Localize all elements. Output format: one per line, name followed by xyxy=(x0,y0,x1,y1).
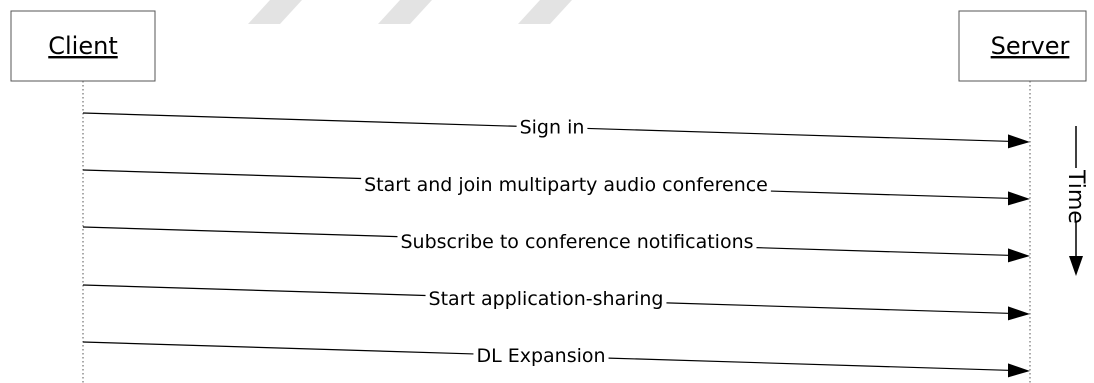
sequence-diagram: Client Server Sign in Start and join mult… xyxy=(10,0,1088,383)
message-line-right xyxy=(756,247,1009,256)
message-line-left xyxy=(82,112,517,127)
message-line-left xyxy=(82,284,426,297)
time-label: Time xyxy=(1063,169,1088,224)
messages-group: Sign in Start and join multiparty audio c… xyxy=(82,112,1030,378)
message-label: DL Expansion xyxy=(476,345,605,367)
message-4: Start application-sharing xyxy=(82,284,1030,321)
client-label: Client xyxy=(48,32,117,60)
message-5: DL Expansion xyxy=(82,341,1030,378)
message-line-right xyxy=(666,302,1009,314)
server-label: Server xyxy=(991,32,1070,60)
message-label: Sign in xyxy=(520,116,585,138)
message-3: Subscribe to conference notifications xyxy=(82,226,1030,263)
client-actor: Client xyxy=(10,10,156,82)
message-line-right xyxy=(587,127,1009,142)
message-arrowhead xyxy=(1008,248,1030,263)
time-arrow: Time xyxy=(1063,126,1088,276)
watermark-strokes xyxy=(248,0,572,24)
time-arrowhead xyxy=(1069,256,1083,276)
message-1: Sign in xyxy=(82,112,1030,149)
message-label: Start application-sharing xyxy=(429,288,664,310)
message-label: Subscribe to conference notifications xyxy=(400,231,753,253)
message-arrowhead xyxy=(1008,306,1030,321)
server-actor: Server xyxy=(958,10,1087,82)
message-2: Start and join multiparty audio conferen… xyxy=(82,169,1030,206)
message-line-left xyxy=(82,341,474,355)
message-line-right xyxy=(770,190,1009,199)
message-label: Start and join multiparty audio conferen… xyxy=(364,174,768,196)
message-arrowhead xyxy=(1008,134,1030,149)
message-line-left xyxy=(82,169,362,180)
message-arrowhead xyxy=(1008,191,1030,206)
message-line-right xyxy=(608,357,1009,371)
message-arrowhead xyxy=(1008,363,1030,378)
message-line-left xyxy=(82,226,398,238)
